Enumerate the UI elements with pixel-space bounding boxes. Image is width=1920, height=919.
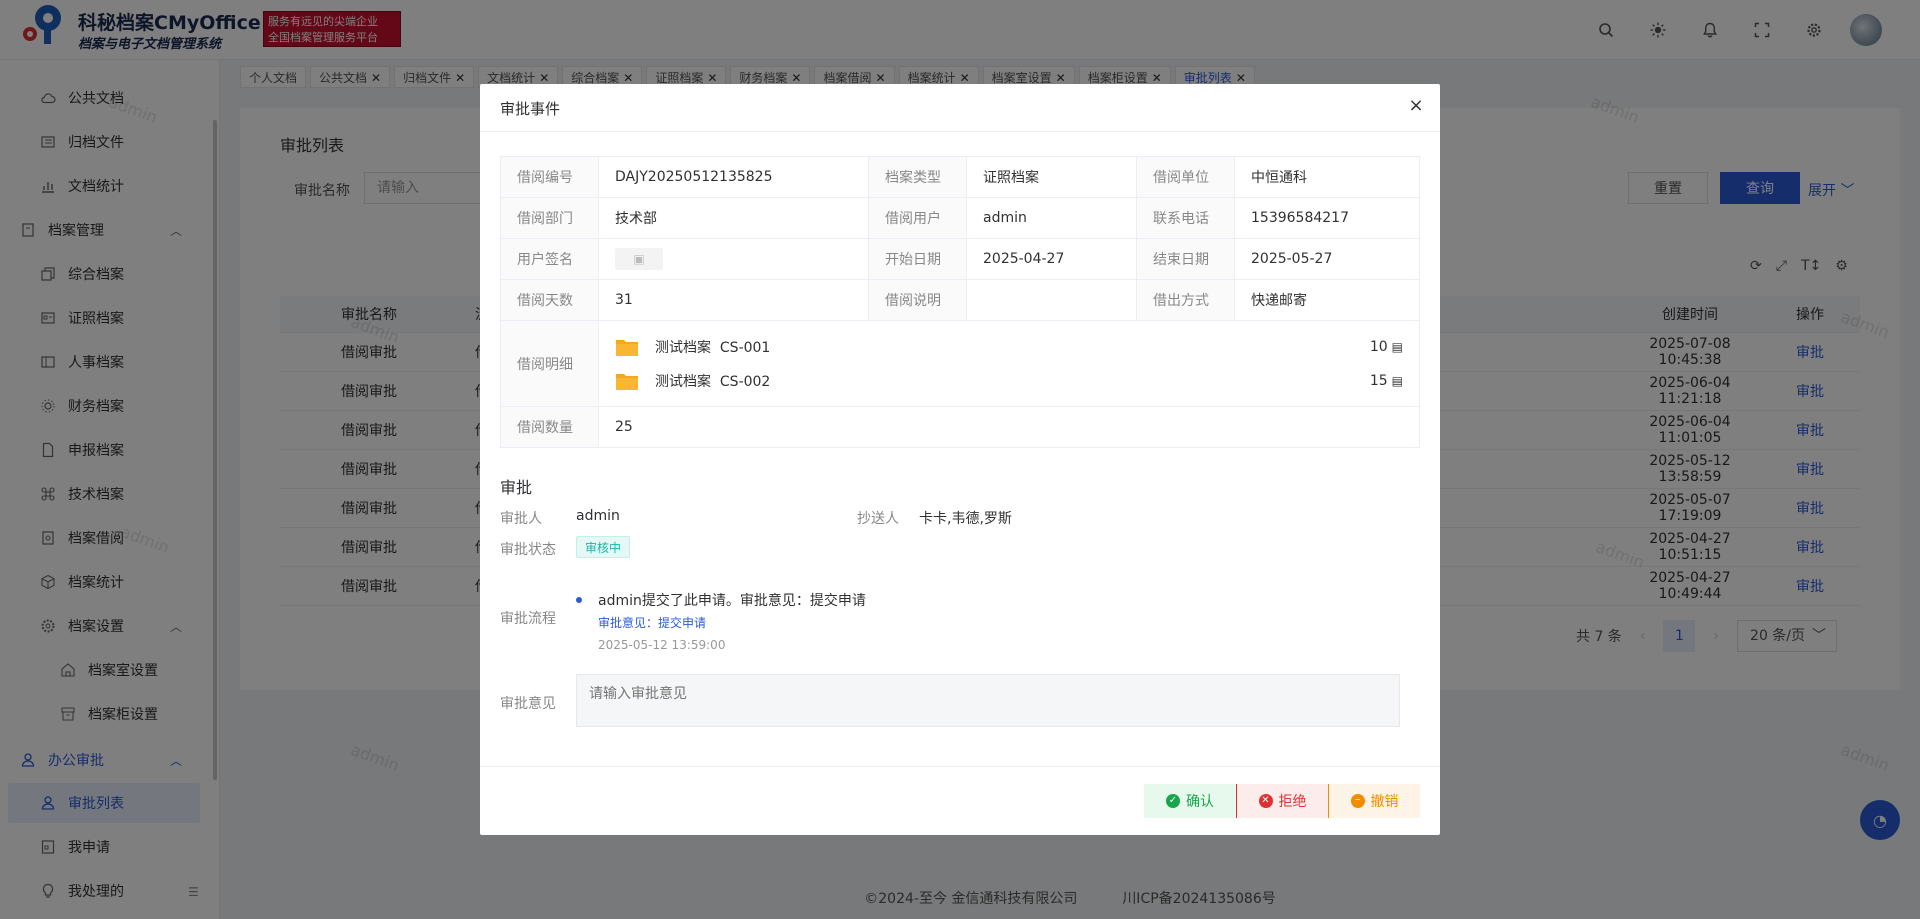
remark-value: [966, 279, 1137, 321]
cc-label: 抄送人: [857, 511, 899, 527]
confirm-label: 确认: [1186, 793, 1214, 809]
dialog-header: 审批事件 ×: [480, 84, 1440, 132]
document-icon: ▤: [1391, 339, 1403, 354]
dialog-footer-divider: [480, 766, 1440, 767]
end-date-value: 2025-05-27: [1234, 238, 1420, 280]
user-value: admin: [966, 197, 1137, 239]
close-icon[interactable]: ×: [1406, 96, 1426, 116]
detail-qty: 15: [1369, 372, 1388, 389]
reject-label: 拒绝: [1278, 793, 1307, 809]
approver-value: admin: [576, 508, 620, 524]
reject-button[interactable]: ✕ 拒绝: [1236, 784, 1328, 818]
start-date-value: 2025-04-27: [966, 238, 1137, 280]
detail-archive-code: CS-002: [719, 373, 771, 390]
count-label: 借阅数量: [500, 406, 599, 448]
start-date-label: 开始日期: [868, 238, 967, 280]
signature-image-placeholder-icon[interactable]: ▣: [615, 248, 663, 270]
end-date-label: 结束日期: [1136, 238, 1235, 280]
flow-entry-opinion: 审批意见：提交申请: [598, 616, 707, 630]
method-value: 快递邮寄: [1234, 279, 1420, 321]
status-badge: 审核中: [576, 536, 631, 558]
approver-label: 审批人: [500, 511, 542, 527]
timeline-dot: [576, 597, 582, 603]
type-value: 证照档案: [966, 156, 1137, 198]
remark-label: 借阅说明: [868, 279, 967, 321]
unit-label: 借阅单位: [1136, 156, 1235, 198]
withdraw-label: 撤销: [1370, 793, 1399, 809]
detail-archive-name: 测试档案: [655, 373, 711, 390]
dept-value: 技术部: [598, 197, 869, 239]
check-circle-icon: ✓: [1166, 794, 1180, 808]
folder-icon: [616, 339, 638, 356]
detail-label: 借阅明细: [500, 320, 599, 407]
days-value: 31: [598, 279, 869, 321]
borrow-no-label: 借阅编号: [500, 156, 599, 198]
detail-archive-name: 测试档案: [655, 339, 711, 356]
flow-entry-text: admin提交了此申请。审批意见：提交申请: [598, 593, 866, 609]
count-value: 25: [598, 406, 1420, 448]
dept-label: 借阅部门: [500, 197, 599, 239]
detail-archive-code: CS-001: [719, 339, 771, 356]
flow-entry-time: 2025-05-12 13:59:00: [598, 638, 726, 652]
borrow-no-value: DAJY20250512135825: [598, 156, 869, 198]
user-label: 借阅用户: [868, 197, 967, 239]
list-item: 测试档案 CS-001 10 ▤: [615, 330, 1403, 364]
method-label: 借出方式: [1136, 279, 1235, 321]
borrow-details-table: 借阅编号 DAJY20250512135825 档案类型 证照档案 借阅单位 中…: [500, 156, 1420, 448]
approval-event-dialog: 审批事件 × 借阅编号 DAJY20250512135825 档案类型 证照档案…: [480, 84, 1440, 835]
phone-value: 15396584217: [1234, 197, 1420, 239]
list-item: 测试档案 CS-002 15 ▤: [615, 364, 1403, 398]
opinion-label: 审批意见: [500, 696, 556, 712]
folder-icon: [616, 373, 638, 390]
x-circle-icon: ✕: [1258, 794, 1273, 808]
opinion-textarea[interactable]: [576, 674, 1400, 727]
flow-label: 审批流程: [500, 611, 556, 627]
unit-value: 中恒通科: [1234, 156, 1420, 198]
days-label: 借阅天数: [500, 279, 599, 321]
status-label: 审批状态: [500, 542, 556, 558]
approval-section-title: 审批: [500, 478, 533, 497]
detail-qty: 10: [1369, 338, 1388, 355]
minus-circle-icon: −: [1350, 794, 1365, 808]
confirm-button[interactable]: ✓ 确认: [1144, 784, 1236, 818]
phone-label: 联系电话: [1136, 197, 1235, 239]
type-label: 档案类型: [868, 156, 967, 198]
document-icon: ▤: [1391, 373, 1403, 388]
cc-value: 卡卡,韦德,罗斯: [919, 511, 1012, 527]
signature-label: 用户签名: [500, 238, 599, 280]
dialog-title: 审批事件: [500, 100, 561, 118]
withdraw-button[interactable]: − 撤销: [1328, 784, 1420, 818]
